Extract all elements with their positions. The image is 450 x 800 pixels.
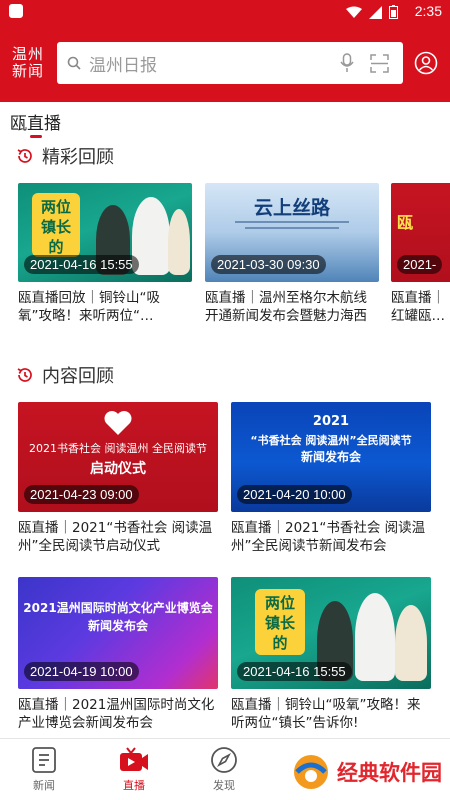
video-thumbnail: 云上丝路 2021-03-30 09:30 [205, 183, 379, 282]
thumbnail-line3: 新闻发布会 [300, 450, 361, 464]
live-video-icon [120, 747, 148, 771]
video-timestamp: 2021-04-23 09:00 [24, 485, 139, 504]
thumbnail-decoration [235, 221, 349, 223]
battery-icon [389, 5, 398, 19]
section-highlights-header: 精彩回顾 [16, 143, 114, 169]
app-header: 2:35 温州 新闻 温州日报 [0, 0, 450, 102]
compass-icon [211, 747, 237, 773]
search-bar[interactable]: 温州日报 [57, 42, 403, 84]
highlight-card[interactable]: 瓯 2021- 瓯直播｜红罐瓯… [391, 183, 450, 325]
thumbnail-headline: 两位 镇长 的 [255, 589, 305, 655]
thumbnail-line2: “书香社会 阅读温州”全民阅读节 [250, 434, 412, 447]
thumbnail-line2: 新闻发布会 [87, 619, 148, 633]
thumbnail-decoration [245, 227, 339, 229]
watermark-text: 经典软件园 [337, 761, 442, 785]
search-icon [67, 56, 81, 70]
video-thumbnail: 2021温州国际时尚文化产业博览会 新闻发布会 2021-04-19 10:00 [18, 577, 218, 689]
content-card[interactable]: 2021 “书香社会 阅读温州”全民阅读节 新闻发布会 2021-04-20 1… [231, 402, 431, 555]
thumbnail-line3: 启动仪式 [90, 461, 146, 477]
notification-icon [9, 4, 23, 18]
watermark-logo-icon [294, 755, 328, 789]
status-time: 2:35 [414, 3, 442, 19]
thumbnail-line1: 2021书香社会 阅读温州 [29, 442, 149, 455]
wifi-icon [346, 6, 362, 18]
replay-icon [17, 149, 32, 163]
nav-live-label: 直播 [123, 779, 145, 792]
history-icon [17, 368, 32, 382]
thumbnail-line1: 2021温州国际时尚文化产业博览会 [23, 601, 213, 615]
user-profile-icon[interactable] [414, 51, 438, 75]
nav-news[interactable]: 新闻 [14, 745, 74, 793]
video-timestamp: 2021-03-30 09:30 [211, 255, 326, 274]
video-caption: 瓯直播｜2021温州国际时尚文化产业博览会新闻发布会 [18, 697, 215, 731]
video-caption: 瓯直播回放｜铜铃山“吸氧”攻略！来听两位“… [18, 290, 160, 324]
video-timestamp: 2021-04-19 10:00 [24, 662, 139, 681]
video-thumbnail: 两位 镇长 的 2021-04-16 15:55 [18, 183, 192, 282]
signal-icon [369, 5, 382, 19]
news-icon [32, 747, 56, 773]
thumbnail-line2: 全民阅读节 [152, 442, 207, 455]
video-caption: 瓯直播｜红罐瓯… [391, 290, 445, 324]
video-thumbnail: 2021 “书香社会 阅读温州”全民阅读节 新闻发布会 2021-04-20 1… [231, 402, 431, 512]
content-card[interactable]: 2021温州国际时尚文化产业博览会 新闻发布会 2021-04-19 10:00… [18, 577, 218, 732]
video-caption: 瓯直播｜温州至格尔木航线开通新闻发布会暨魅力海西（… [205, 290, 367, 324]
highlight-card[interactable]: 两位 镇长 的 2021-04-16 15:55 瓯直播回放｜铜铃山“吸氧”攻略… [18, 183, 192, 325]
nav-live[interactable]: 直播 [104, 745, 164, 793]
tab-bar: 瓯直播 [0, 102, 450, 138]
tab-active-indicator [30, 135, 42, 138]
section-title: 精彩回顾 [42, 147, 114, 168]
search-input[interactable]: 温州日报 [89, 51, 340, 76]
video-caption: 瓯直播｜铜铃山“吸氧”攻略！来听两位“镇长”告诉你! [231, 697, 421, 731]
nav-discover[interactable]: 发现 [194, 745, 254, 793]
watermark: 经典软件园 [291, 752, 442, 792]
nav-discover-label: 发现 [213, 779, 235, 792]
heart-logo-icon [104, 411, 132, 435]
thumbnail-headline: 云上丝路 [253, 197, 330, 219]
person-figure [355, 593, 395, 681]
app-logo: 温州 新闻 [11, 45, 44, 80]
video-timestamp: 2021-04-20 10:00 [237, 485, 352, 504]
section-title: 内容回顾 [42, 366, 114, 387]
video-thumbnail: 两位 镇长 的 2021-04-16 15:55 [231, 577, 431, 689]
tab-ou-live[interactable]: 瓯直播 [10, 109, 61, 134]
video-caption: 瓯直播｜2021“书香社会 阅读温州”全民阅读节启动仪式 [18, 520, 213, 554]
highlight-card[interactable]: 云上丝路 2021-03-30 09:30 瓯直播｜温州至格尔木航线开通新闻发布… [205, 183, 379, 325]
thumbnail-line1: 2021 [312, 414, 350, 429]
thumbnail-headline: 瓯 [397, 213, 414, 232]
person-figure [395, 605, 427, 681]
thumbnail-headline: 两位 镇长 的 [32, 193, 80, 257]
content-card[interactable]: 2021书香社会 阅读温州 全民阅读节 启动仪式 2021-04-23 09:0… [18, 402, 218, 555]
video-timestamp: 2021-04-16 15:55 [24, 255, 139, 274]
section-content-header: 内容回顾 [16, 362, 114, 388]
bottom-navigation: 新闻 直播 发现 经典软件园 [0, 738, 450, 800]
video-thumbnail: 2021书香社会 阅读温州 全民阅读节 启动仪式 2021-04-23 09:0… [18, 402, 218, 512]
scan-icon[interactable] [370, 53, 389, 73]
microphone-icon[interactable] [340, 53, 354, 73]
nav-news-label: 新闻 [33, 779, 55, 792]
video-caption: 瓯直播｜2021“书香社会 阅读温州”全民阅读节新闻发布会 [231, 520, 426, 554]
video-thumbnail: 瓯 2021- [391, 183, 450, 282]
person-figure [168, 209, 190, 275]
video-timestamp: 2021- [397, 255, 443, 274]
content-card[interactable]: 两位 镇长 的 2021-04-16 15:55 瓯直播｜铜铃山“吸氧”攻略！来… [231, 577, 431, 732]
status-bar: 2:35 [0, 0, 450, 24]
video-timestamp: 2021-04-16 15:55 [237, 662, 352, 681]
